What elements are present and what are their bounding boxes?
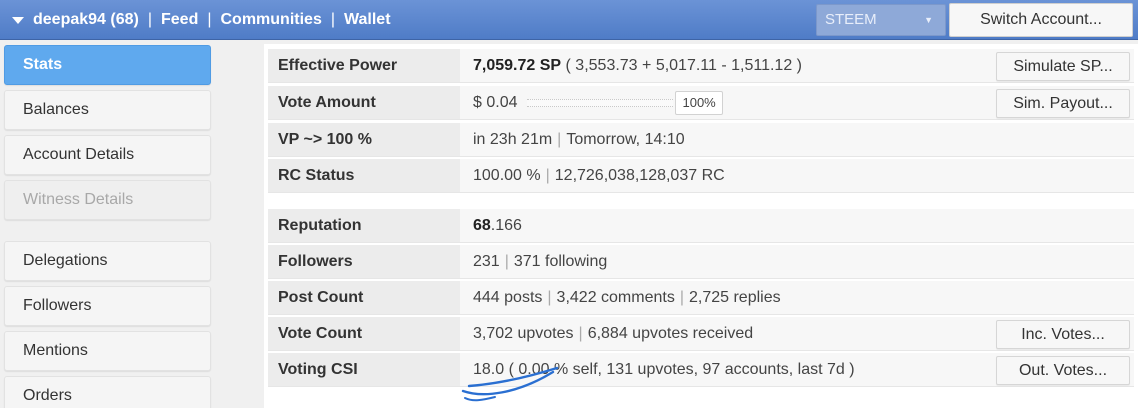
voting-csi-label: Voting CSI <box>268 353 460 386</box>
out-votes-button[interactable]: Out. Votes... <box>996 356 1130 385</box>
sidebar-item-followers[interactable]: Followers <box>4 286 211 326</box>
row-followers: Followers 231 | 371 following <box>268 245 1134 279</box>
vote-amount-usd: $ 0.04 <box>473 94 518 111</box>
upvotes-received: 6,884 upvotes received <box>587 325 754 342</box>
section-gap <box>268 194 1134 209</box>
top-bar: deepak94 (68) | Feed | Communities | Wal… <box>0 0 1138 40</box>
value-separator: | <box>557 131 562 148</box>
reputation-fraction: .166 <box>490 217 522 234</box>
currency-select[interactable]: STEEM ▼ <box>816 4 946 36</box>
value-separator: | <box>578 325 583 342</box>
reputation-label: Reputation <box>268 209 460 242</box>
stats-panel: Effective Power 7,059.72 SP ( 3,553.73 +… <box>264 44 1138 408</box>
rc-value: 100.00 % | 12,726,038,128,037 RC <box>460 159 1134 192</box>
effective-power-detail: ( 3,553.73 + 5,017.11 - 1,511.12 ) <box>561 57 802 74</box>
rc-amount: 12,726,038,128,037 RC <box>554 167 725 184</box>
vp-value: in 23h 21m | Tomorrow, 14:10 <box>460 123 1134 156</box>
row-voting-csi: Voting CSI 18.0 ( 0.00 % self, 131 upvot… <box>268 353 1134 387</box>
nav-separator: | <box>147 11 152 28</box>
followers-value: 231 | 371 following <box>460 245 1134 278</box>
effective-power-label: Effective Power <box>268 49 460 82</box>
comments-count: 3,422 comments <box>556 289 675 306</box>
sidebar-item-delegations[interactable]: Delegations <box>4 241 211 281</box>
row-rc-status: RC Status 100.00 % | 12,726,038,128,037 RC <box>268 159 1134 193</box>
inc-votes-button[interactable]: Inc. Votes... <box>996 320 1130 349</box>
value-separator: | <box>679 289 684 306</box>
reputation-whole: 68 <box>473 217 491 234</box>
reputation-value: 68.166 <box>460 209 1134 242</box>
value-separator: | <box>547 289 552 306</box>
post-count-label: Post Count <box>268 281 460 314</box>
dropdown-arrow-icon: ▼ <box>924 15 933 25</box>
vote-weight-percent: 100% <box>675 90 723 115</box>
followers-count: 231 <box>473 253 500 270</box>
value-separator: | <box>504 253 509 270</box>
sidebar-item-orders[interactable]: Orders <box>4 376 211 408</box>
nav-communities[interactable]: Communities <box>221 11 322 29</box>
posts-count: 444 posts <box>473 289 543 306</box>
replies-count: 2,725 replies <box>688 289 781 306</box>
switch-account-button[interactable]: Switch Account... <box>949 3 1133 37</box>
account-menu[interactable]: deepak94 (68) <box>33 11 139 29</box>
nav-separator: | <box>330 11 335 28</box>
row-reputation: Reputation 68.166 <box>268 209 1134 243</box>
vp-when: Tomorrow, 14:10 <box>566 131 685 148</box>
currency-value: STEEM <box>825 11 877 28</box>
sidebar-item-mentions[interactable]: Mentions <box>4 331 211 371</box>
row-effective-power: Effective Power 7,059.72 SP ( 3,553.73 +… <box>268 49 1134 83</box>
nav-feed[interactable]: Feed <box>161 11 198 29</box>
caret-down-icon[interactable] <box>12 16 24 24</box>
value-separator: | <box>545 167 550 184</box>
row-vp: VP ~> 100 % in 23h 21m | Tomorrow, 14:10 <box>268 123 1134 157</box>
rc-percent: 100.00 % <box>473 167 541 184</box>
vote-count-label: Vote Count <box>268 317 460 350</box>
followers-label: Followers <box>268 245 460 278</box>
sim-payout-button[interactable]: Sim. Payout... <box>996 89 1130 118</box>
sidebar-item-account-details[interactable]: Account Details <box>4 135 211 175</box>
row-post-count: Post Count 444 posts | 3,422 comments | 2,72… <box>268 281 1134 315</box>
vp-time: in 23h 21m <box>473 131 553 148</box>
top-nav: deepak94 (68) | Feed | Communities | Wal… <box>12 0 391 40</box>
row-vote-amount: Vote Amount $ 0.04 100% Sim. Payout... <box>268 86 1134 120</box>
effective-power-main: 7,059.72 SP <box>473 57 562 74</box>
vp-label: VP ~> 100 % <box>268 123 460 156</box>
upvotes-count: 3,702 upvotes <box>473 325 574 342</box>
post-count-value: 444 posts | 3,422 comments | 2,725 replies <box>460 281 1134 314</box>
sidebar-item-balances[interactable]: Balances <box>4 90 211 130</box>
simulate-sp-button[interactable]: Simulate SP... <box>996 52 1130 81</box>
row-vote-count: Vote Count 3,702 upvotes | 6,884 upvotes r… <box>268 317 1134 351</box>
nav-separator: | <box>207 11 212 28</box>
sidebar-item-witness-details: Witness Details <box>4 180 211 220</box>
rc-label: RC Status <box>268 159 460 192</box>
sidebar-item-stats[interactable]: Stats <box>4 45 211 85</box>
following-count: 371 following <box>513 253 608 270</box>
vote-amount-label: Vote Amount <box>268 86 460 119</box>
nav-wallet[interactable]: Wallet <box>344 11 391 29</box>
vote-weight-slider[interactable] <box>527 98 674 107</box>
